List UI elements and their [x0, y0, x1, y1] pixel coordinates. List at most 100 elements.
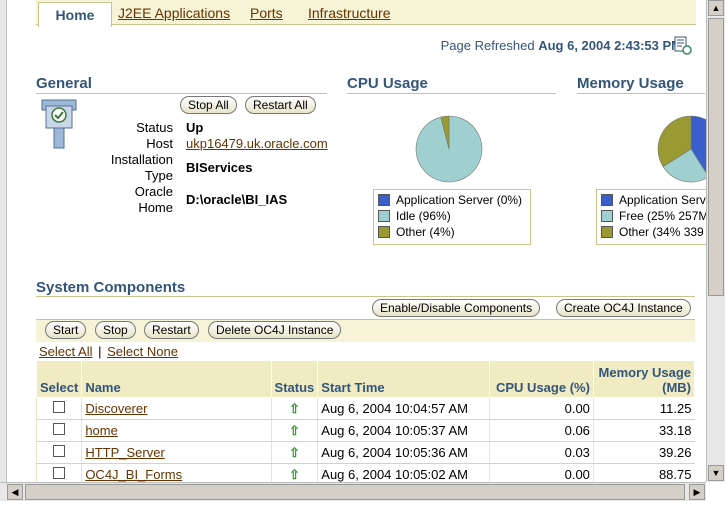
memory-legend: Application Server Free (25% 257M Other …	[596, 189, 706, 245]
memory-legend-item: Other (34% 339	[601, 224, 704, 240]
row-status-cell: ⇧	[270, 419, 318, 442]
stop-all-button[interactable]: Stop All	[180, 96, 237, 114]
select-none-link[interactable]: Select None	[107, 344, 178, 359]
component-name-link[interactable]: OC4J_BI_Forms	[85, 467, 182, 482]
page-refreshed-label: Page Refreshed	[440, 38, 535, 53]
memory-legend-label: Other (34% 339	[619, 225, 704, 239]
cpu-legend-label: Idle (96%)	[396, 209, 451, 223]
vertical-scroll-thumb[interactable]	[708, 18, 724, 296]
tab-ports[interactable]: Ports	[250, 3, 283, 23]
installation-type-label-2: Type	[144, 168, 173, 183]
status-up-arrow-icon: ⇧	[288, 422, 300, 438]
page-refreshed: Page Refreshed Aug 6, 2004 2:43:53 PM	[441, 38, 682, 53]
cpu-swatch-app-server	[378, 194, 390, 206]
oracle-home-value: D:\oracle\BI_IAS	[186, 192, 288, 207]
row-status-cell: ⇧	[270, 441, 318, 464]
table-row: HTTP_Server ⇧ Aug 6, 2004 10:05:36 AM 0.…	[35, 441, 695, 464]
refresh-icon[interactable]	[673, 36, 693, 56]
row-checkbox[interactable]	[53, 401, 66, 413]
row-status-cell: ⇧	[270, 397, 318, 420]
cpu-legend-item: Application Server (0%)	[378, 192, 526, 208]
memory-legend-label: Application Server	[619, 193, 706, 207]
components-divider	[36, 296, 695, 297]
select-all-link[interactable]: Select All	[39, 344, 92, 359]
row-memory-usage: 39.26	[592, 441, 695, 464]
component-name-link[interactable]: HTTP_Server	[85, 445, 164, 460]
cpu-legend-item: Idle (96%)	[378, 208, 526, 224]
memory-pie-chart	[657, 115, 706, 183]
general-title: General	[36, 75, 92, 92]
tab-j2ee-applications[interactable]: J2EE Applications	[118, 3, 230, 23]
row-cpu-usage: 0.06	[488, 419, 594, 442]
memory-legend-item: Free (25% 257M	[601, 208, 706, 224]
status-value: Up	[186, 120, 204, 135]
col-start-time[interactable]: Start Time	[317, 360, 490, 398]
left-frame-border	[0, 0, 7, 482]
horizontal-scroll-thumb[interactable]	[25, 484, 685, 500]
general-divider	[36, 93, 327, 94]
cpu-usage-title: CPU Usage	[347, 75, 428, 92]
tab-bar: Home J2EE Applications Ports Infrastruct…	[36, 0, 696, 27]
host-link[interactable]: ukp16479.uk.oracle.com	[186, 136, 328, 152]
row-memory-usage: 11.25	[592, 397, 695, 420]
horizontal-scrollbar[interactable]: ◀ ▶	[0, 482, 706, 501]
row-name-cell: HTTP_Server	[81, 441, 272, 464]
table-row: home ⇧ Aug 6, 2004 10:05:37 AM 0.06 33.1…	[35, 419, 695, 442]
memory-swatch-app-server	[601, 194, 613, 206]
host-label: Host	[146, 136, 173, 151]
row-select-cell	[35, 441, 82, 464]
tab-home[interactable]: Home	[38, 2, 112, 27]
start-button[interactable]: Start	[45, 321, 87, 339]
row-cpu-usage: 0.00	[488, 397, 594, 420]
component-name-link[interactable]: home	[85, 423, 118, 438]
oracle-home-label-2: Home	[138, 200, 173, 215]
page-refreshed-time: Aug 6, 2004 2:43:53 PM	[538, 38, 682, 53]
status-label: Status	[136, 120, 173, 135]
col-memory-usage-line1: Memory Usage	[598, 365, 691, 380]
cpu-swatch-other	[378, 226, 390, 238]
cpu-pie-chart	[415, 115, 483, 183]
scroll-left-icon[interactable]: ◀	[7, 484, 23, 500]
oracle-home-label-1: Oracle	[134, 184, 173, 199]
restart-button[interactable]: Restart	[144, 321, 199, 339]
row-checkbox[interactable]	[53, 423, 66, 435]
components-table: Select Name Status Start Time CPU Usage …	[35, 360, 696, 486]
cpu-legend-item: Other (4%)	[378, 224, 526, 240]
row-select-cell	[35, 419, 82, 442]
row-select-cell	[35, 397, 82, 420]
installation-type-label-1: Installation	[110, 152, 173, 167]
memory-swatch-other	[601, 226, 613, 238]
row-name-cell: Discoverer	[81, 397, 272, 420]
col-select: Select	[35, 360, 83, 398]
cpu-legend: Application Server (0%) Idle (96%) Other…	[373, 189, 531, 245]
restart-all-button[interactable]: Restart All	[245, 96, 316, 114]
row-checkbox[interactable]	[53, 445, 66, 457]
status-up-arrow-icon: ⇧	[288, 400, 300, 416]
col-status[interactable]: Status	[270, 360, 319, 398]
delete-oc4j-instance-button[interactable]: Delete OC4J Instance	[208, 321, 342, 339]
system-components-title: System Components	[36, 279, 186, 296]
table-row: Discoverer ⇧ Aug 6, 2004 10:04:57 AM 0.0…	[35, 397, 695, 420]
memory-pie-clip	[654, 112, 706, 186]
scroll-up-icon[interactable]: ▲	[708, 0, 724, 16]
row-checkbox[interactable]	[53, 467, 66, 479]
scroll-right-icon[interactable]: ▶	[689, 484, 705, 500]
col-memory-usage[interactable]: Memory Usage (MB)	[592, 360, 696, 398]
col-name[interactable]: Name	[81, 360, 272, 398]
status-up-arrow-icon: ⇧	[288, 466, 300, 482]
installation-type-value: BIServices	[186, 160, 253, 175]
vertical-scrollbar[interactable]: ▲ ▼	[706, 0, 725, 482]
scroll-down-icon[interactable]: ▼	[708, 465, 724, 481]
tab-infrastructure[interactable]: Infrastructure	[308, 3, 390, 23]
component-name-link[interactable]: Discoverer	[85, 401, 147, 416]
row-memory-usage: 33.18	[592, 419, 695, 442]
row-start-time: Aug 6, 2004 10:04:57 AM	[317, 397, 489, 420]
create-oc4j-instance-button[interactable]: Create OC4J Instance	[556, 299, 691, 317]
stop-button[interactable]: Stop	[95, 321, 136, 339]
cpu-legend-label: Other (4%)	[396, 225, 455, 239]
col-cpu-usage[interactable]: CPU Usage (%)	[488, 360, 594, 398]
cpu-divider	[347, 93, 556, 94]
row-name-cell: home	[81, 419, 272, 442]
col-memory-usage-line2: (MB)	[662, 380, 691, 395]
enable-disable-components-button[interactable]: Enable/Disable Components	[372, 299, 541, 317]
